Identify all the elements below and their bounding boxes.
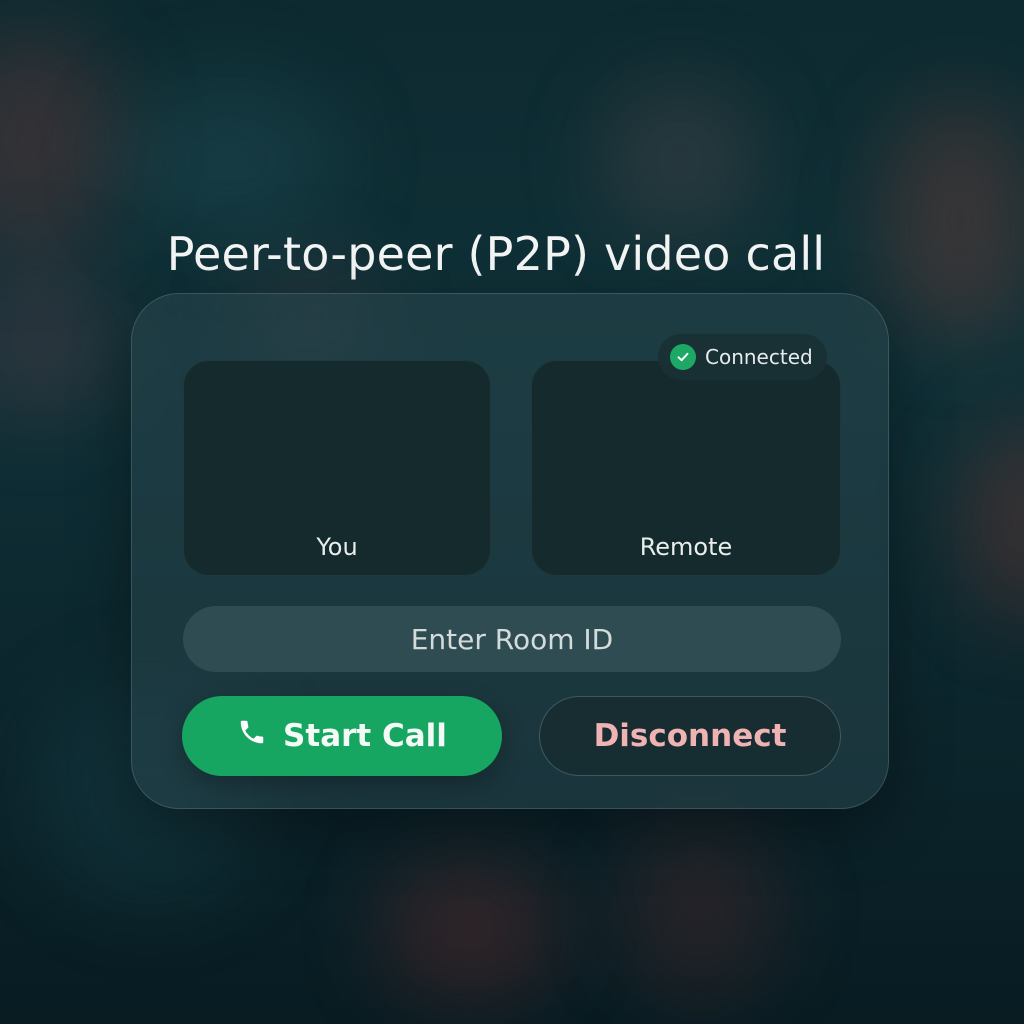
- start-call-button[interactable]: Start Call: [182, 696, 502, 776]
- local-video-label: You: [316, 533, 358, 561]
- background-blur: [120, 80, 340, 240]
- phone-icon: [237, 717, 267, 755]
- background-blur: [880, 100, 1024, 340]
- background-blur: [0, 30, 120, 250]
- disconnect-label: Disconnect: [593, 718, 787, 754]
- background-blur: [380, 860, 560, 1000]
- call-panel: You Remote Connected Start Call Disconne: [131, 293, 889, 809]
- page-title: Peer-to-peer (P2P) video call: [166, 226, 826, 281]
- app-background: Peer-to-peer (P2P) video call You Remote…: [0, 0, 1024, 1024]
- background-blur: [600, 80, 760, 240]
- room-id-input[interactable]: [183, 606, 841, 672]
- connection-status-badge: Connected: [658, 334, 827, 380]
- background-blur: [620, 820, 780, 1000]
- disconnect-button[interactable]: Disconnect: [539, 696, 841, 776]
- background-blur: [960, 420, 1024, 620]
- local-video-tile: You: [183, 360, 491, 576]
- remote-video-tile: Remote: [531, 360, 841, 576]
- start-call-label: Start Call: [283, 718, 447, 754]
- connection-status-text: Connected: [705, 345, 813, 369]
- background-blur: [0, 260, 120, 420]
- remote-video-label: Remote: [639, 533, 733, 561]
- check-circle-icon: [670, 344, 696, 370]
